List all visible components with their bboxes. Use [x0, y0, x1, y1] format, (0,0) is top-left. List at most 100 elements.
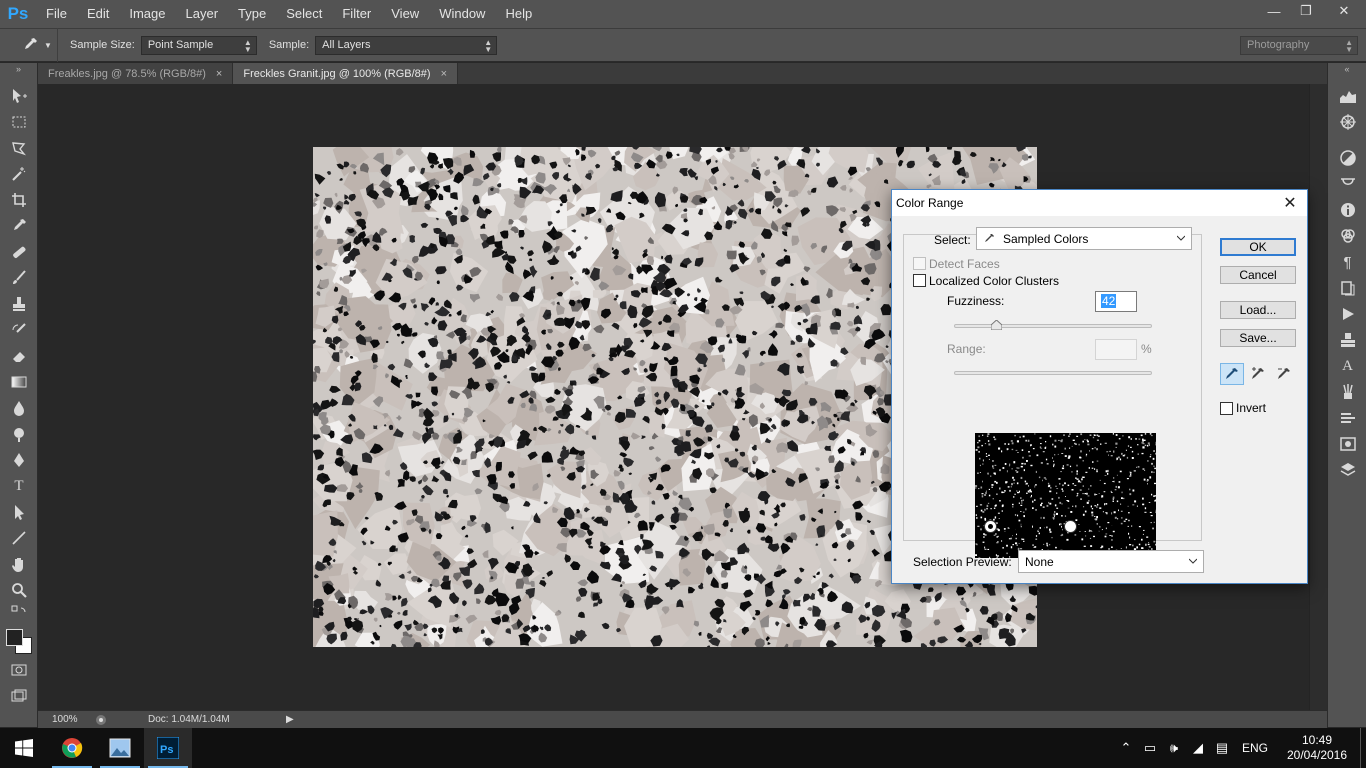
detect-faces-checkbox[interactable] — [913, 257, 926, 270]
range-slider-track[interactable] — [954, 371, 1152, 375]
eyedropper-subtract-button[interactable] — [1272, 363, 1296, 385]
paths-panel-button[interactable] — [1328, 171, 1366, 197]
hand-tool[interactable] — [0, 551, 38, 577]
close-tab-icon[interactable]: × — [216, 68, 222, 80]
clone-source-panel-button[interactable] — [1328, 405, 1366, 431]
restore-button[interactable]: ❐ — [1290, 0, 1322, 22]
quick-mask-button[interactable] — [0, 657, 38, 683]
chevron-up-icon[interactable]: ⌃ — [1114, 740, 1138, 756]
tool-preset-picker[interactable]: ▼ — [0, 28, 58, 62]
eyedropper-tool[interactable] — [0, 213, 38, 239]
channels-panel-button[interactable] — [1328, 223, 1366, 249]
actions-panel-button[interactable] — [1328, 301, 1366, 327]
sample-select[interactable]: All Layers ▲ ▼ — [315, 35, 498, 55]
crop-tool[interactable] — [0, 187, 38, 213]
menu-view[interactable]: View — [381, 0, 429, 28]
menu-type[interactable]: Type — [228, 0, 276, 28]
history-brush-tool[interactable] — [0, 317, 38, 343]
volume-icon[interactable]: 🕪 — [1162, 740, 1186, 756]
share-icon[interactable] — [94, 714, 108, 726]
taskbar-chrome[interactable] — [48, 728, 96, 768]
select-dropdown[interactable]: Sampled Colors — [976, 227, 1192, 250]
language-indicator[interactable]: ENG — [1242, 741, 1268, 755]
image-radio[interactable] — [1064, 520, 1077, 533]
character-panel-button[interactable]: A — [1328, 353, 1366, 379]
minimize-button[interactable]: — — [1258, 0, 1290, 22]
menu-filter[interactable]: Filter — [332, 0, 381, 28]
adjustments-panel-button[interactable] — [1328, 145, 1366, 171]
ok-button[interactable]: OK — [1220, 238, 1296, 256]
status-menu-arrow-icon[interactable]: ▶ — [286, 714, 294, 725]
save-button[interactable]: Save... — [1220, 329, 1296, 347]
info-panel-button[interactable] — [1328, 197, 1366, 223]
foreground-color-swatch[interactable] — [6, 629, 23, 646]
eyedropper-add-button[interactable] — [1246, 363, 1270, 385]
workspace-select[interactable]: Photography ▲ ▼ — [1240, 36, 1358, 55]
collapse-panel-icon[interactable]: « — [1328, 63, 1366, 83]
color-swatches[interactable] — [0, 623, 38, 657]
selection-preview-dropdown[interactable]: None — [1018, 550, 1204, 573]
pen-tool[interactable] — [0, 447, 38, 473]
tool-presets-panel-button[interactable] — [1328, 327, 1366, 353]
vertical-scrollbar[interactable] — [1309, 84, 1327, 710]
menu-window[interactable]: Window — [429, 0, 495, 28]
collapse-panel-icon[interactable]: » — [0, 63, 37, 83]
selection-radio[interactable] — [984, 520, 997, 533]
blur-tool[interactable] — [0, 395, 38, 421]
line-tool[interactable] — [0, 525, 38, 551]
notifications-icon[interactable]: ▤ — [1210, 740, 1234, 756]
path-selection-tool[interactable] — [0, 499, 38, 525]
sample-size-select[interactable]: Point Sample ▲ ▼ — [140, 35, 257, 55]
histogram-panel-button[interactable] — [1328, 83, 1366, 109]
menu-select[interactable]: Select — [276, 0, 332, 28]
tab-freakles[interactable]: Freakles.jpg @ 78.5% (RGB/8#) × — [38, 63, 234, 84]
load-button[interactable]: Load... — [1220, 301, 1296, 319]
close-button[interactable]: ✕ — [1322, 0, 1366, 22]
menu-file[interactable]: File — [36, 0, 77, 28]
dodge-tool[interactable] — [0, 421, 38, 447]
taskbar-photos[interactable] — [96, 728, 144, 768]
taskbar-photoshop[interactable]: Ps — [144, 728, 192, 768]
fuzziness-input[interactable]: 42 — [1095, 291, 1137, 312]
menu-image[interactable]: Image — [119, 0, 175, 28]
magic-wand-tool[interactable] — [0, 161, 38, 187]
paragraph-panel-button[interactable]: ¶ — [1328, 249, 1366, 275]
move-tool[interactable] — [0, 83, 38, 109]
cancel-button[interactable]: Cancel — [1220, 266, 1296, 284]
start-button[interactable] — [0, 728, 48, 768]
healing-brush-tool[interactable] — [0, 239, 38, 265]
localized-clusters-checkbox[interactable] — [913, 274, 926, 287]
zoom-level[interactable]: 100% — [38, 714, 88, 725]
styles-panel-button[interactable] — [1328, 431, 1366, 457]
fuzziness-slider-thumb[interactable] — [990, 320, 1002, 330]
clone-stamp-tool[interactable] — [0, 291, 38, 317]
eraser-tool[interactable] — [0, 343, 38, 369]
lasso-tool[interactable] — [0, 135, 38, 161]
range-input[interactable] — [1095, 339, 1137, 360]
dialog-title-bar[interactable]: Color Range ✕ — [892, 190, 1307, 216]
marquee-tool[interactable] — [0, 109, 38, 135]
menu-help[interactable]: Help — [495, 0, 542, 28]
show-desktop-button[interactable] — [1360, 728, 1366, 768]
gradient-tool[interactable] — [0, 369, 38, 395]
wifi-icon[interactable]: ◢ — [1186, 740, 1210, 756]
type-tool[interactable]: T — [0, 473, 38, 499]
dialog-close-button[interactable]: ✕ — [1279, 192, 1301, 214]
history-panel-button[interactable] — [1328, 275, 1366, 301]
fuzziness-slider-track[interactable] — [954, 324, 1152, 328]
default-colors-toggle[interactable] — [0, 603, 38, 623]
tab-freckles-granit[interactable]: Freckles Granit.jpg @ 100% (RGB/8#) × — [233, 63, 459, 84]
clock[interactable]: 10:49 20/04/2016 — [1280, 733, 1354, 763]
network-adapter-icon[interactable]: ▭ — [1138, 740, 1162, 756]
brush-presets-panel-button[interactable] — [1328, 379, 1366, 405]
eyedropper-sample-button[interactable] — [1220, 363, 1244, 385]
menu-layer[interactable]: Layer — [176, 0, 229, 28]
zoom-tool[interactable] — [0, 577, 38, 603]
layers-panel-button[interactable] — [1328, 457, 1366, 483]
close-tab-icon[interactable]: × — [441, 68, 447, 80]
invert-checkbox[interactable] — [1220, 402, 1233, 415]
screen-mode-button[interactable] — [0, 683, 38, 709]
brush-tool[interactable] — [0, 265, 38, 291]
navigator-panel-button[interactable] — [1328, 109, 1366, 135]
menu-edit[interactable]: Edit — [77, 0, 119, 28]
